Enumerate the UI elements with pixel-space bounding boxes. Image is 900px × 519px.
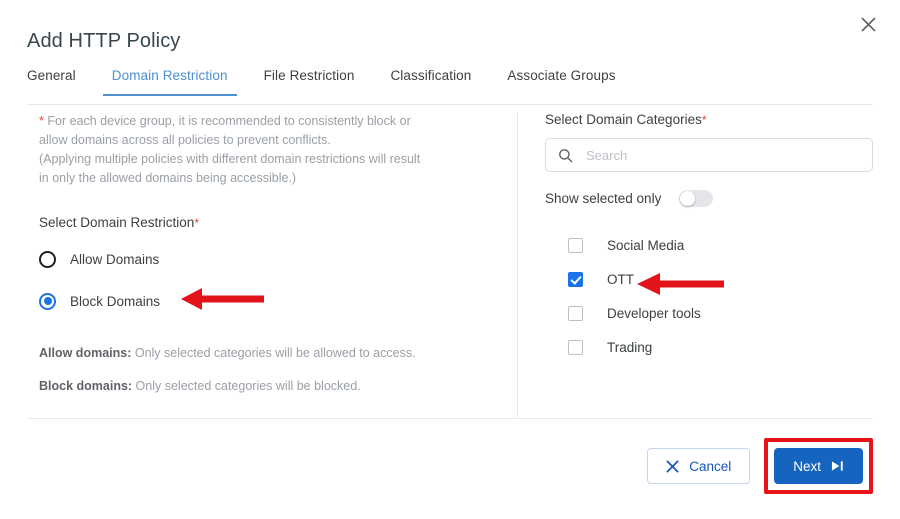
radio-block-domains-label: Block Domains: [70, 293, 161, 309]
checkbox-icon: [568, 305, 583, 321]
dialog-body: * For each device group, it is recommend…: [27, 112, 873, 418]
search-input[interactable]: [584, 146, 860, 164]
radio-circle-icon: [39, 250, 56, 268]
add-http-policy-dialog: Add HTTP Policy General Domain Restricti…: [0, 0, 900, 519]
search-box[interactable]: [545, 138, 873, 172]
domain-restriction-panel: * For each device group, it is recommend…: [27, 112, 518, 418]
dialog-footer: Cancel Next: [647, 438, 873, 494]
cancel-button-label: Cancel: [689, 458, 732, 474]
checkbox-icon: [568, 237, 583, 253]
tab-classification[interactable]: Classification: [390, 68, 471, 96]
notice-line-1: For each device group, it is recommended…: [47, 114, 411, 128]
category-row-trading[interactable]: Trading: [545, 330, 873, 364]
category-row-ott[interactable]: OTT: [545, 262, 873, 296]
required-asterisk: *: [194, 216, 199, 230]
category-label-ott: OTT: [607, 271, 634, 287]
domain-categories-panel: Select Domain Categories* Show selected …: [518, 112, 873, 418]
tab-general[interactable]: General: [27, 68, 76, 96]
search-icon: [559, 148, 573, 162]
domain-restriction-radio-group: Allow Domains Block Domains: [39, 244, 497, 316]
tab-file-restriction[interactable]: File Restriction: [264, 68, 355, 96]
show-selected-only-toggle[interactable]: [679, 190, 714, 207]
hint-allow-title: Allow domains:: [39, 346, 132, 360]
next-button-label: Next: [793, 458, 821, 474]
category-label-trading: Trading: [607, 339, 653, 355]
category-row-developer-tools[interactable]: Developer tools: [545, 296, 873, 330]
close-icon[interactable]: [852, 8, 884, 40]
radio-circle-selected-icon: [39, 292, 56, 310]
notice-line-3: (Applying multiple policies with differe…: [39, 152, 421, 166]
notice-line-4: in only the allowed domains being access…: [39, 171, 297, 185]
toggle-knob: [680, 191, 696, 206]
domain-categories-label-text: Select Domain Categories: [545, 112, 702, 127]
skip-forward-icon: [831, 461, 843, 471]
hint-block-domains: Block domains: Only selected categories …: [39, 377, 497, 395]
next-button[interactable]: Next: [774, 448, 863, 484]
notice-line-2: allow domains across all policies to pre…: [39, 133, 331, 147]
radio-allow-domains[interactable]: Allow Domains: [39, 244, 497, 274]
radio-block-domains[interactable]: Block Domains: [39, 286, 497, 316]
domain-restriction-label-text: Select Domain Restriction: [39, 215, 195, 230]
next-button-highlight: Next: [764, 438, 873, 494]
checkbox-icon: [568, 339, 583, 355]
x-icon: [666, 460, 679, 472]
hint-allow-domains: Allow domains: Only selected categories …: [39, 344, 497, 362]
tab-bar: General Domain Restriction File Restrict…: [27, 68, 873, 105]
policy-notice: * For each device group, it is recommend…: [39, 112, 474, 188]
radio-allow-domains-label: Allow Domains: [70, 251, 160, 267]
category-checkbox-list: Social Media OTT Developer tools Trading: [545, 228, 873, 364]
restriction-hints: Allow domains: Only selected categories …: [27, 344, 497, 395]
notice-asterisk: *: [39, 114, 44, 128]
checkbox-checked-icon: [568, 271, 583, 287]
category-label-social-media: Social Media: [607, 237, 685, 253]
hint-allow-text: Only selected categories will be allowed…: [131, 346, 416, 360]
hint-block-text: Only selected categories will be blocked…: [132, 379, 361, 393]
tab-domain-restriction[interactable]: Domain Restriction: [102, 68, 237, 96]
page-title: Add HTTP Policy: [27, 30, 181, 52]
domain-restriction-label: Select Domain Restriction*: [39, 215, 497, 230]
cancel-button[interactable]: Cancel: [647, 448, 751, 484]
show-selected-only-row: Show selected only: [545, 190, 873, 207]
category-row-social-media[interactable]: Social Media: [545, 228, 873, 262]
domain-categories-label: Select Domain Categories*: [545, 112, 873, 127]
tab-associate-groups[interactable]: Associate Groups: [507, 68, 615, 96]
hint-block-title: Block domains:: [39, 379, 133, 393]
footer-divider: [27, 418, 873, 419]
required-asterisk-categories: *: [701, 113, 707, 127]
category-label-developer-tools: Developer tools: [607, 305, 701, 321]
show-selected-only-label: Show selected only: [545, 191, 662, 206]
